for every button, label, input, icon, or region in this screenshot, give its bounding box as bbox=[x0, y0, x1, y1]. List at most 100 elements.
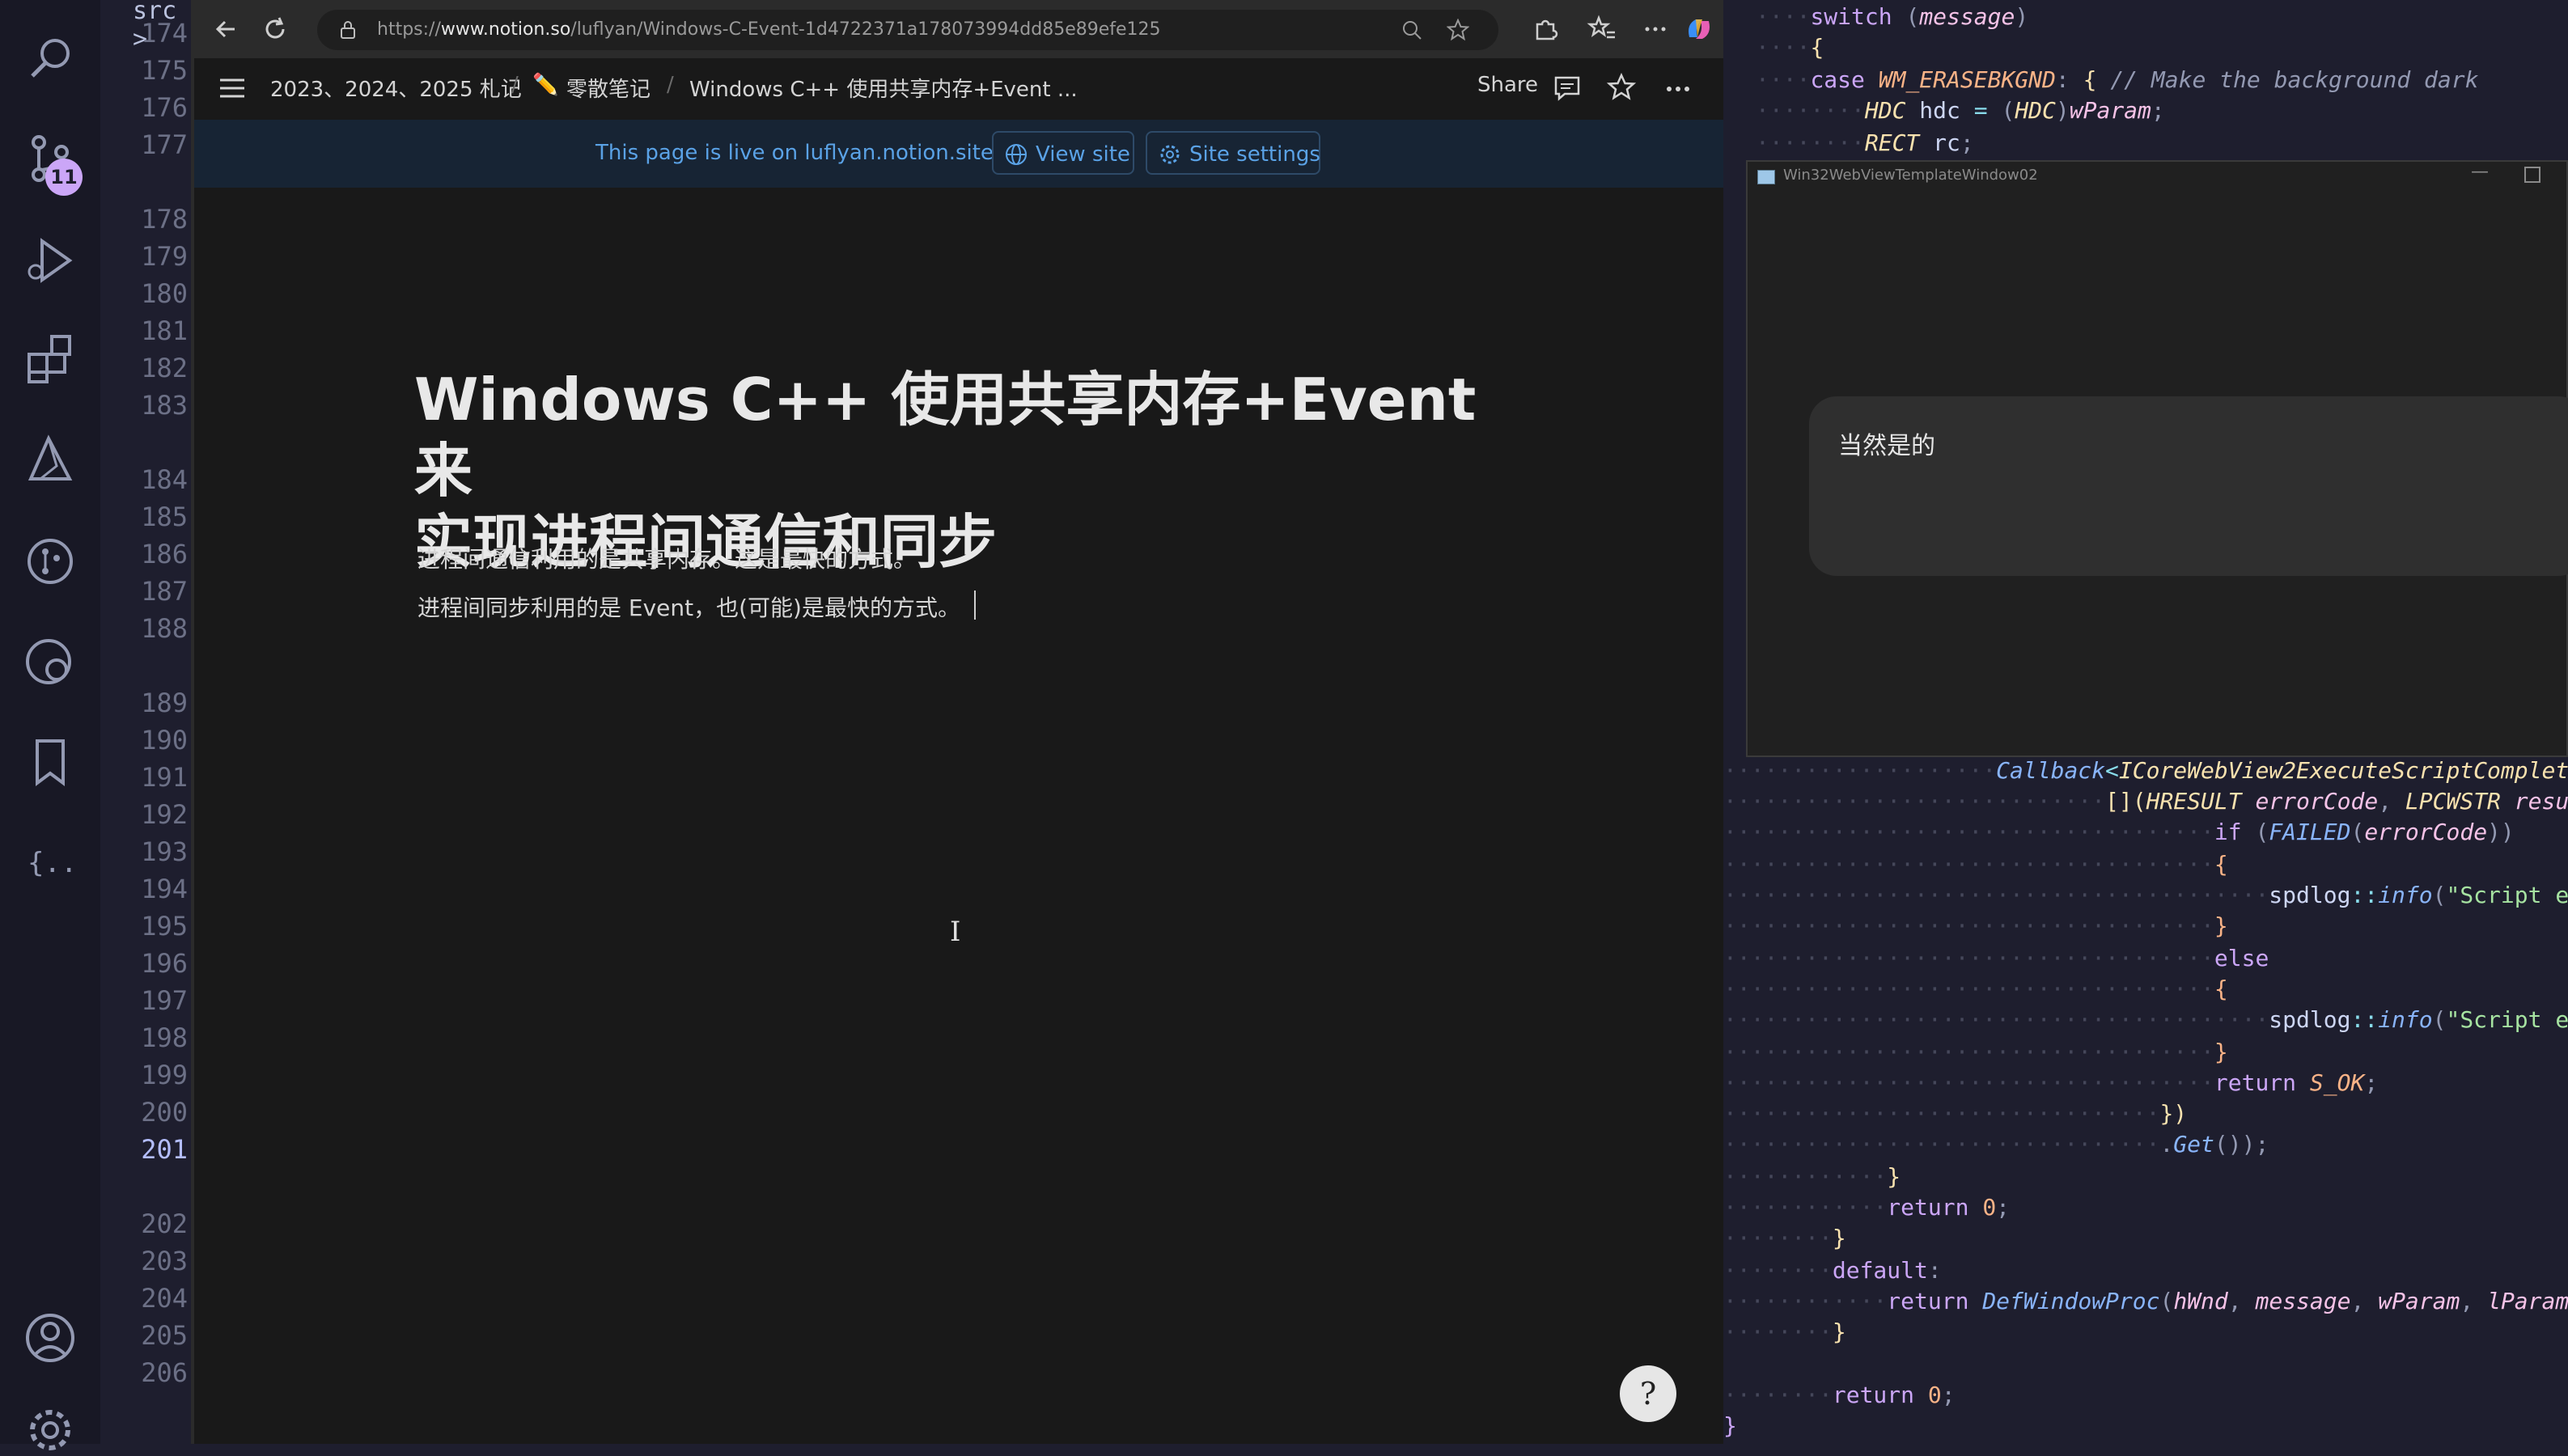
comment-icon[interactable] bbox=[1553, 74, 1581, 102]
code-line: ····································{ bbox=[1723, 851, 2228, 878]
line-number: 176 bbox=[141, 92, 188, 123]
notion-topbar: 2023、2024、2025 札记 / ✏️ 零散笔记 / Windows C+… bbox=[194, 58, 1723, 120]
line-number: 181 bbox=[141, 315, 188, 346]
lock-icon[interactable] bbox=[338, 20, 358, 40]
text-caret bbox=[974, 590, 976, 620]
favorite-icon[interactable] bbox=[1607, 73, 1636, 102]
webview-window: Win32WebViewTemplateWindow02 — 当然是的 bbox=[1746, 160, 2568, 757]
code-line: ········RECT rc; bbox=[1756, 129, 1974, 156]
more-options-icon[interactable] bbox=[1663, 74, 1693, 104]
maximize-icon[interactable] bbox=[2524, 167, 2540, 183]
line-number: 191 bbox=[141, 762, 188, 793]
line-number: 198 bbox=[141, 1022, 188, 1053]
code-line: ····{ bbox=[1756, 34, 1824, 61]
code-line: ····································else bbox=[1723, 945, 2269, 971]
line-number: 202 bbox=[141, 1208, 188, 1239]
view-site-label: View site bbox=[1036, 142, 1130, 167]
code-line: ············} bbox=[1723, 1163, 1901, 1190]
refresh-icon[interactable] bbox=[259, 13, 291, 45]
line-number: 190 bbox=[141, 725, 188, 756]
code-line: ····························[](HRESULT e… bbox=[1723, 788, 2568, 815]
site-settings-label: Site settings bbox=[1189, 142, 1320, 167]
paragraph-block[interactable]: 进程间同步利用的是 Event，也(可能)是最快的方式。 bbox=[417, 590, 960, 623]
address-bar[interactable]: https://www.notion.so/luflyan/Windows-C-… bbox=[317, 10, 1498, 50]
line-number: 205 bbox=[141, 1320, 188, 1351]
line-number: 174 bbox=[141, 18, 188, 49]
code-line: ································.Get()); bbox=[1723, 1131, 2269, 1158]
line-number: 179 bbox=[141, 241, 188, 272]
breadcrumb-item-misc-notes[interactable]: 零散笔记 bbox=[566, 73, 650, 103]
source-control-badge: 11 bbox=[45, 159, 83, 196]
favorite-star-icon[interactable] bbox=[1447, 19, 1469, 41]
search-icon[interactable] bbox=[24, 32, 76, 84]
line-number: 178 bbox=[141, 204, 188, 235]
azure-icon[interactable] bbox=[24, 434, 76, 485]
bookmark-icon[interactable] bbox=[24, 736, 76, 788]
line-number: 185 bbox=[141, 502, 188, 532]
window-title: Win32WebViewTemplateWindow02 bbox=[1783, 167, 2038, 184]
line-number: 183 bbox=[141, 390, 188, 421]
banner-text[interactable]: This page is live on luflyan.notion.site bbox=[595, 141, 994, 165]
view-site-button[interactable]: View site bbox=[992, 131, 1134, 175]
code-line: ········HDC hdc = (HDC)wParam; bbox=[1756, 97, 2165, 124]
share-button[interactable]: Share bbox=[1477, 73, 1538, 97]
extensions-icon[interactable] bbox=[24, 333, 76, 385]
code-line: ····································} bbox=[1723, 912, 2228, 939]
line-number: 195 bbox=[141, 911, 188, 942]
ibeam-cursor-icon: I bbox=[950, 916, 961, 948]
breadcrumb-separator: / bbox=[511, 73, 519, 97]
code-line: ········} bbox=[1723, 1225, 1846, 1251]
breadcrumb-item-notes-year[interactable]: 2023、2024、2025 札记 bbox=[270, 73, 522, 103]
chat-message-text: 当然是的 bbox=[1838, 432, 1935, 460]
code-line: ····case WM_ERASEBKGND: { // Make the ba… bbox=[1756, 66, 2479, 93]
breadcrumb-emoji-pencil-icon: ✏️ bbox=[532, 73, 559, 97]
svg-text:{..}: {..} bbox=[28, 847, 76, 879]
page-title-line-1: Windows C++ 使用共享内存+Event 来 bbox=[414, 366, 1477, 505]
line-number: 192 bbox=[141, 799, 188, 830]
line-number: 203 bbox=[141, 1246, 188, 1276]
zoom-icon[interactable] bbox=[1401, 19, 1422, 40]
line-number: 194 bbox=[141, 874, 188, 904]
git-icon[interactable] bbox=[24, 535, 76, 587]
code-line: ········································… bbox=[1723, 1006, 2568, 1033]
breadcrumb-separator: / bbox=[667, 73, 674, 97]
browser-more-icon[interactable] bbox=[1639, 13, 1672, 45]
code-line: ····································if (… bbox=[1723, 819, 2515, 845]
paragraph-block[interactable]: 进程间通信利用的是共享内存。这是最快的方式。 bbox=[417, 542, 916, 574]
line-number: 204 bbox=[141, 1283, 188, 1314]
minimize-icon[interactable]: — bbox=[2471, 162, 2489, 182]
copilot-icon[interactable] bbox=[1683, 13, 1715, 45]
code-line: ········} bbox=[1723, 1318, 1846, 1345]
line-number-gutter: src > 174 175 176 177 178 179 180 181 182 183 184 1… bbox=[100, 0, 191, 1444]
line-number: 197 bbox=[141, 985, 188, 1016]
json-icon[interactable]: {..} bbox=[24, 836, 76, 888]
line-number: 180 bbox=[141, 278, 188, 309]
run-debug-icon[interactable] bbox=[24, 235, 76, 286]
code-line: ····································retu… bbox=[1723, 1069, 2379, 1096]
url-text[interactable]: https://www.notion.so/luflyan/Windows-C-… bbox=[377, 10, 1161, 50]
extensions-puzzle-icon[interactable] bbox=[1529, 13, 1562, 45]
line-number: 177 bbox=[141, 129, 188, 160]
back-icon[interactable] bbox=[210, 13, 243, 45]
account-icon[interactable] bbox=[24, 1312, 76, 1364]
line-number: 196 bbox=[141, 948, 188, 979]
sidebar-menu-icon[interactable] bbox=[218, 76, 246, 100]
line-number: 200 bbox=[141, 1097, 188, 1128]
code-line: ····switch (message) bbox=[1756, 3, 2029, 30]
favorites-list-icon[interactable] bbox=[1586, 13, 1618, 45]
browser-toolbar: https://www.notion.so/luflyan/Windows-C-… bbox=[194, 0, 1723, 58]
breadcrumb-item-current-page[interactable]: Windows C++ 使用共享内存+Event ... bbox=[689, 73, 1078, 103]
site-settings-button[interactable]: Site settings bbox=[1146, 131, 1320, 175]
code-line: } bbox=[1723, 1412, 1737, 1439]
browser-window: https://www.notion.so/luflyan/Windows-C-… bbox=[191, 0, 1727, 1444]
line-number: 201 bbox=[141, 1134, 188, 1165]
remote-explorer-icon[interactable] bbox=[24, 636, 76, 688]
line-number: 193 bbox=[141, 836, 188, 867]
line-number: 186 bbox=[141, 539, 188, 569]
settings-icon[interactable] bbox=[24, 1404, 76, 1456]
code-line: ············return 0; bbox=[1723, 1194, 2011, 1221]
code-line: ············return DefWindowProc(hWnd, m… bbox=[1723, 1288, 2568, 1314]
help-button[interactable]: ? bbox=[1620, 1365, 1676, 1422]
code-line: ····································} bbox=[1723, 1039, 2228, 1065]
app-window-icon bbox=[1757, 170, 1775, 184]
